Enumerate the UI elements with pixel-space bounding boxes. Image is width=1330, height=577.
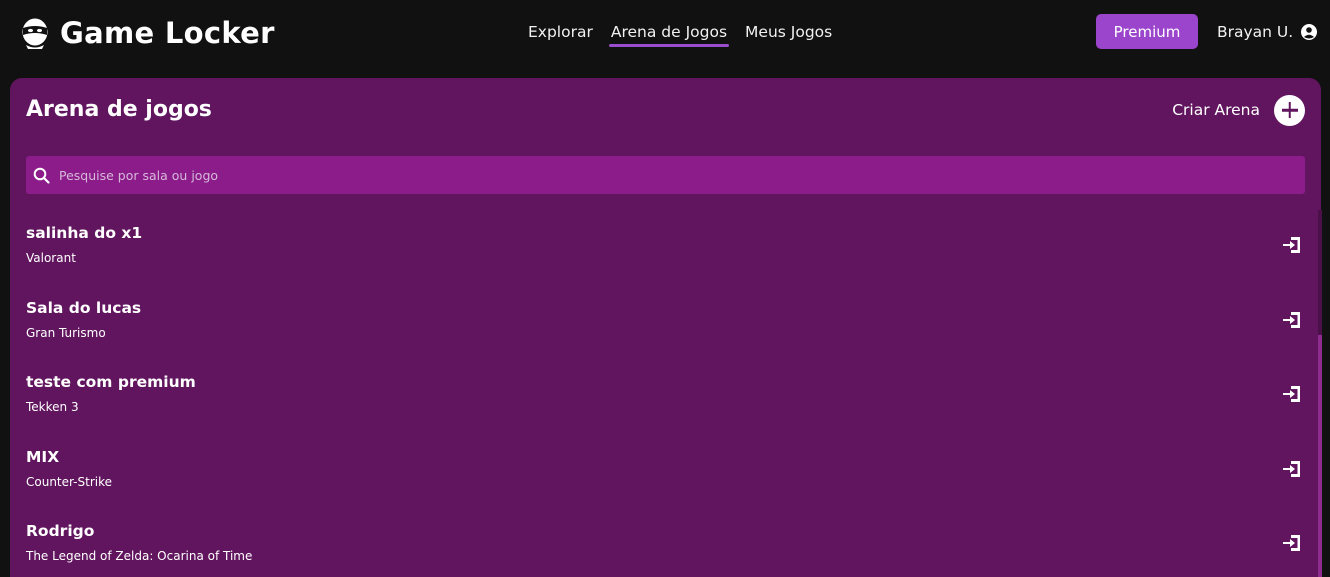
- room-name: salinha do x1: [26, 224, 143, 242]
- room-item[interactable]: Rodrigo The Legend of Zelda: Ocarina of …: [10, 510, 1310, 577]
- user-menu[interactable]: Brayan U.: [1217, 20, 1318, 44]
- create-arena-label: Criar Arena: [1172, 101, 1260, 119]
- main-nav: Explorar Arena de Jogos Meus Jogos: [528, 20, 832, 47]
- plus-circle-icon[interactable]: [1274, 94, 1305, 126]
- room-item[interactable]: Sala do lucas Gran Turismo: [10, 287, 1310, 362]
- search-bar[interactable]: [26, 156, 1305, 194]
- enter-room-icon[interactable]: [1282, 460, 1302, 478]
- page-title: Arena de jogos: [26, 97, 212, 122]
- create-arena-button[interactable]: Criar Arena: [1172, 94, 1305, 126]
- room-game: The Legend of Zelda: Ocarina of Time: [26, 549, 253, 563]
- search-input[interactable]: [59, 156, 1305, 194]
- room-name: Sala do lucas: [26, 298, 142, 317]
- room-list: salinha do x1 Valorant Sala do lucas Gra…: [10, 212, 1310, 577]
- room-game: Gran Turismo: [26, 325, 106, 340]
- user-circle-icon: [1301, 24, 1318, 40]
- user-name: Brayan U.: [1217, 23, 1294, 41]
- arena-panel: Arena de jogos Criar Arena salinha do x1…: [10, 78, 1321, 577]
- scrollbar-thumb[interactable]: [1318, 335, 1322, 577]
- nav-item-arena-de-jogos[interactable]: Arena de Jogos: [608, 20, 730, 47]
- nav-item-explorar[interactable]: Explorar: [528, 20, 593, 44]
- room-name: MIX: [26, 447, 60, 466]
- room-game: Valorant: [26, 251, 76, 265]
- enter-room-icon[interactable]: [1282, 534, 1302, 552]
- room-game: Tekken 3: [26, 400, 79, 414]
- room-name: teste com premium: [26, 373, 196, 391]
- enter-room-icon[interactable]: [1282, 385, 1302, 403]
- enter-room-icon[interactable]: [1282, 236, 1302, 254]
- room-item[interactable]: MIX Counter-Strike: [10, 436, 1310, 511]
- app-name: Game Locker: [60, 16, 275, 50]
- room-item[interactable]: teste com premium Tekken 3: [10, 361, 1310, 436]
- room-game: Counter-Strike: [26, 474, 113, 489]
- room-item[interactable]: salinha do x1 Valorant: [10, 212, 1310, 287]
- premium-button[interactable]: Premium: [1096, 14, 1198, 49]
- nav-item-meus-jogos[interactable]: Meus Jogos: [745, 20, 832, 44]
- logo[interactable]: Game Locker: [20, 14, 275, 52]
- ninja-logo-icon: [22, 18, 50, 49]
- enter-room-icon[interactable]: [1282, 311, 1302, 329]
- search-icon: [33, 167, 50, 184]
- top-bar: Game Locker Explorar Arena de Jogos Meus…: [0, 0, 1330, 66]
- room-name: Rodrigo: [26, 522, 95, 540]
